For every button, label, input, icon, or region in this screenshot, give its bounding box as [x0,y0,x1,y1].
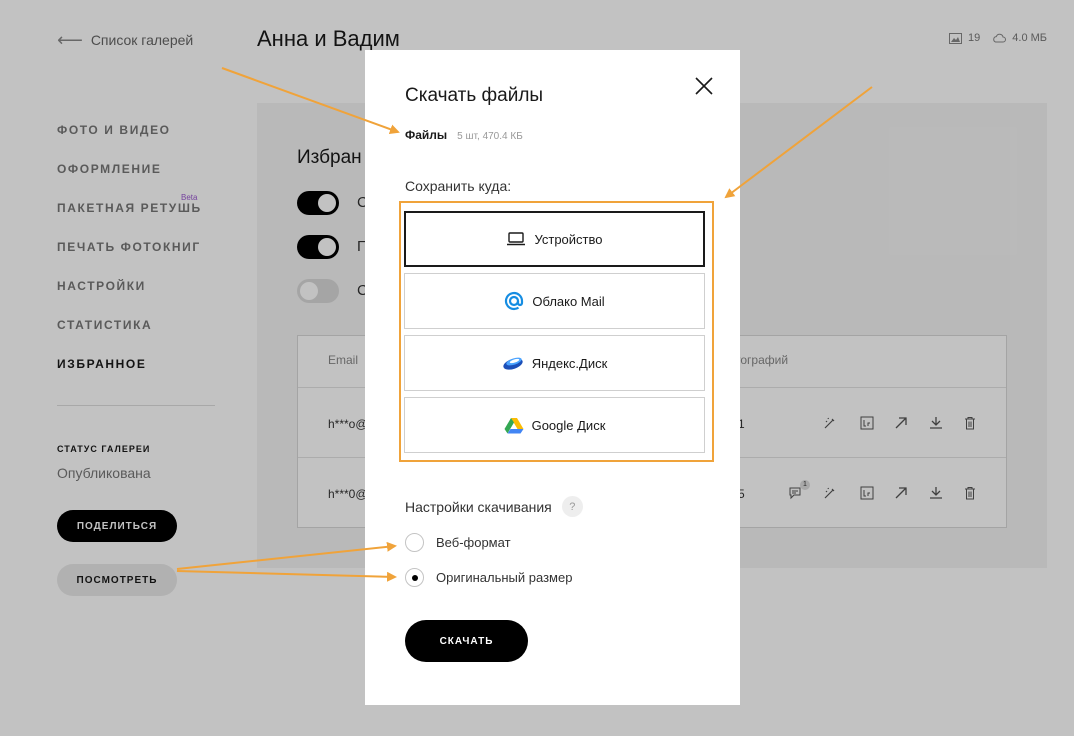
close-icon[interactable] [695,77,713,95]
format-label: Оригинальный размер [436,570,573,585]
format-web-option[interactable]: Веб-формат [405,533,511,552]
download-settings-label: Настройки скачивания [405,498,552,515]
download-button[interactable]: СКАЧАТЬ [405,620,528,662]
files-label: Файлы [405,128,448,142]
download-settings-heading: Настройки скачивания ? [405,496,583,517]
annotation-highlight-box [399,201,714,462]
modal-title: Скачать файлы [405,85,544,106]
radio-original-size[interactable] [405,568,424,587]
format-original-option[interactable]: Оригинальный размер [405,568,572,587]
files-meta: 5 шт, 470.4 КБ [457,131,523,142]
files-summary: Файлы 5 шт, 470.4 КБ [405,128,523,142]
save-to-label: Сохранить куда: [405,178,512,194]
radio-web-format[interactable] [405,533,424,552]
format-label: Веб-формат [436,535,511,550]
help-icon[interactable]: ? [561,496,583,517]
